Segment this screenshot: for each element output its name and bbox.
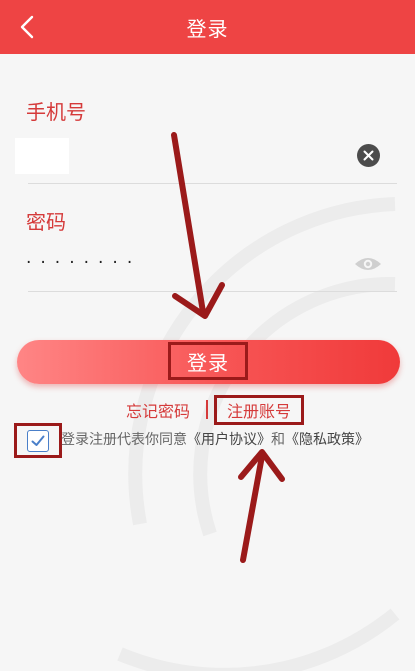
clear-phone-button[interactable] [357,144,380,167]
user-agreement-link[interactable]: 《用户协议》 [187,432,271,448]
back-button[interactable] [8,7,48,47]
phone-input[interactable] [15,138,69,174]
password-label: 密码 [26,210,66,234]
password-input[interactable]: ········ [26,252,141,274]
phone-divider [28,183,397,184]
forgot-password-link[interactable]: 忘记密码 [126,398,190,422]
agreement-conjunction: 和 [271,432,285,448]
arrow-icon [171,132,225,319]
password-divider [28,291,397,292]
agreement-prefix: 登录注册代表你同意 [61,432,187,448]
link-separator [206,400,208,419]
agreement-text: 登录注册代表你同意《用户协议》和《隐私政策》 [61,429,369,449]
privacy-policy-link[interactable]: 《隐私政策》 [285,432,369,448]
agreement-checkbox-frame [14,423,62,458]
register-label: 注册账号 [226,402,291,421]
check-icon [31,435,45,446]
login-button-label[interactable]: 登录 [168,342,248,380]
arrow-icon [238,449,285,563]
eye-icon [355,258,381,270]
phone-label: 手机号 [26,100,86,124]
chevron-left-icon [20,15,34,39]
login-label: 登录 [187,350,229,375]
toggle-password-visibility-button[interactable] [353,253,383,275]
clear-icon [363,150,374,161]
register-link[interactable]: 注册账号 [214,395,304,425]
agreement-checkbox[interactable] [27,429,49,452]
page-title: 登录 [186,16,229,41]
header-bar: 登录 [0,0,415,54]
